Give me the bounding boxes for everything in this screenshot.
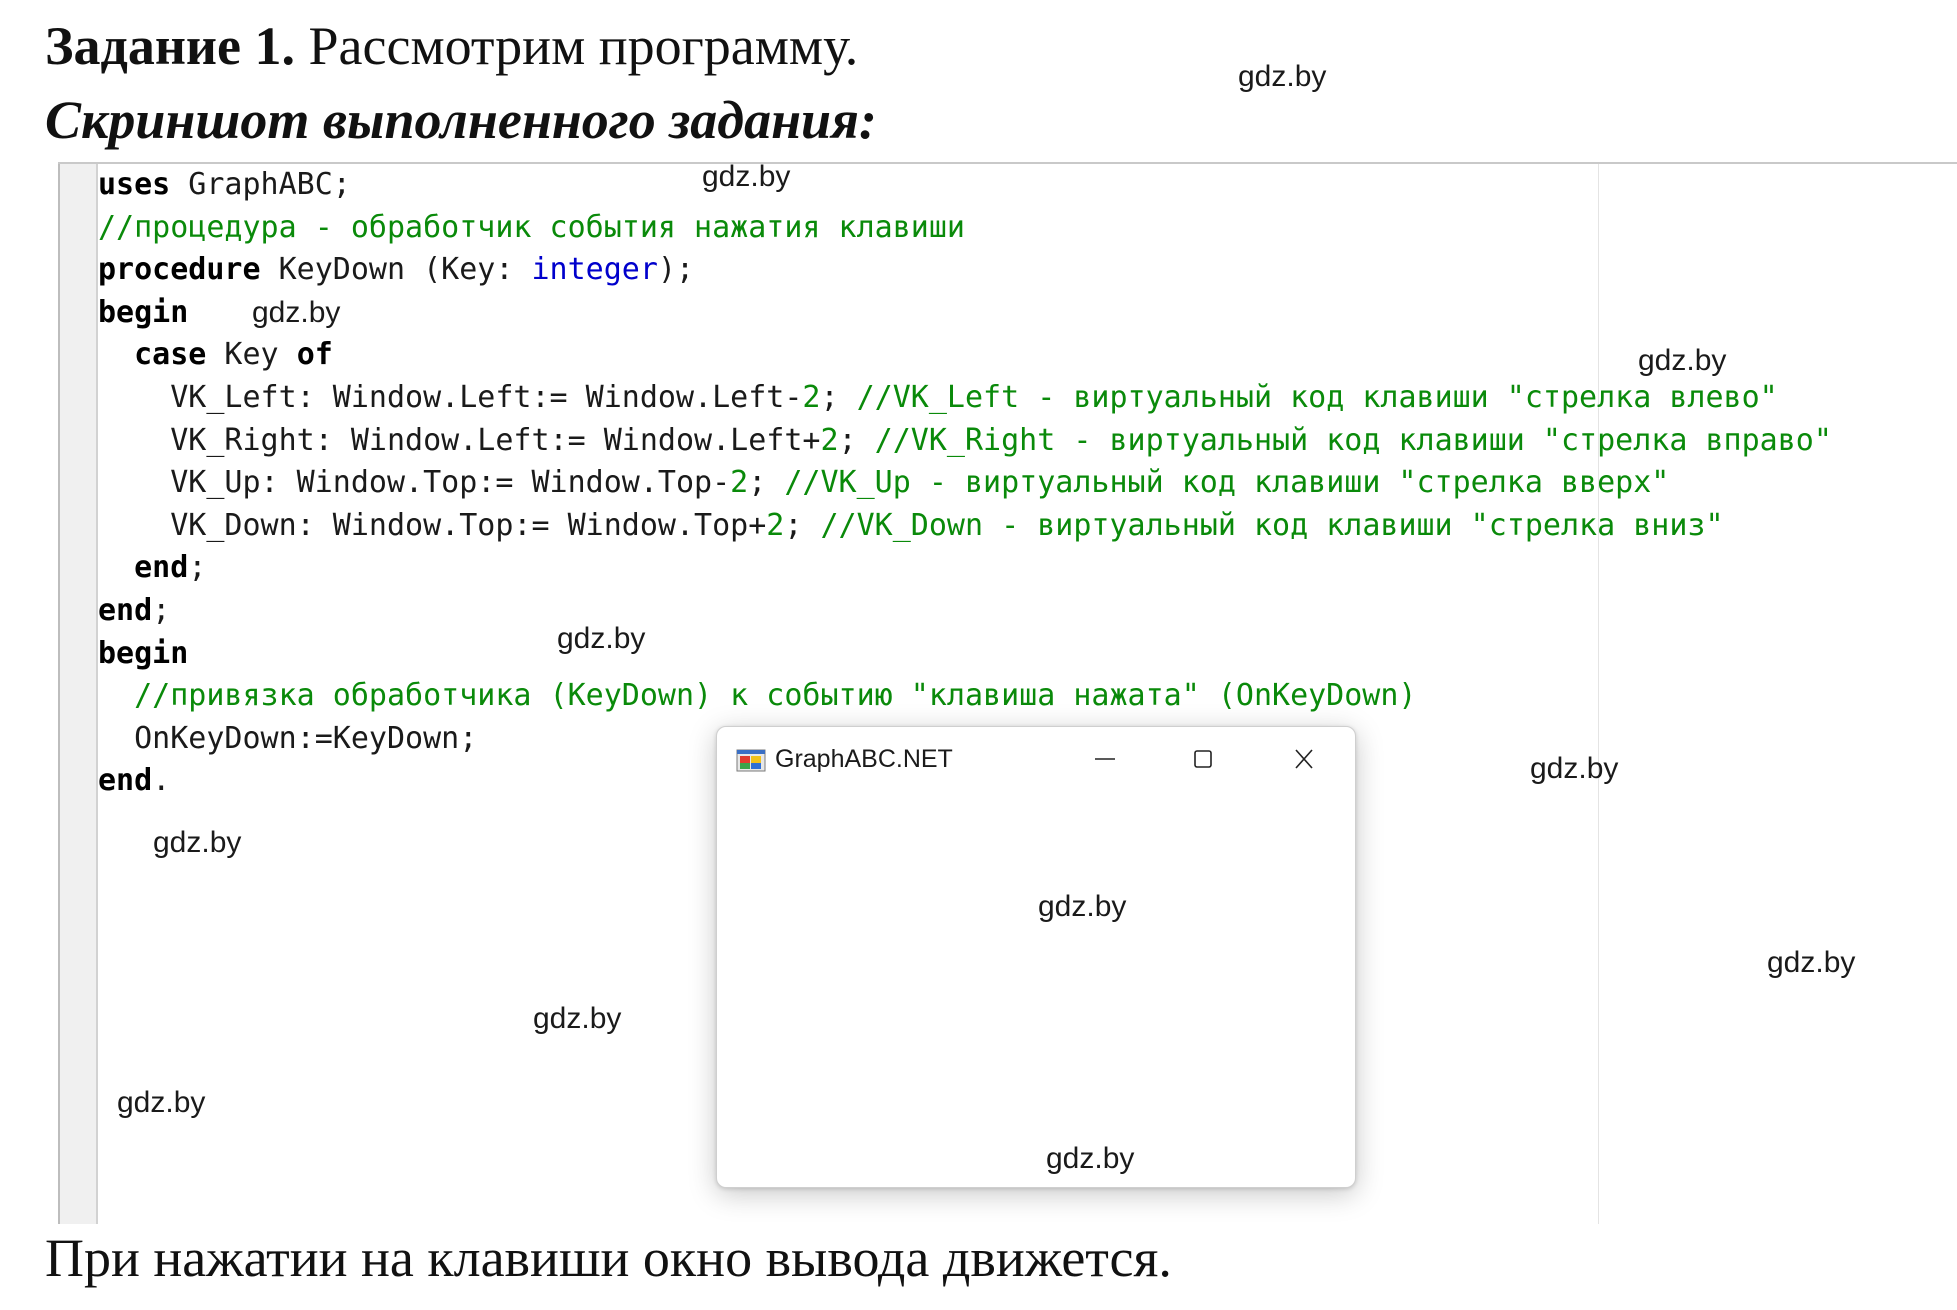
watermark: gdz.by (1767, 946, 1856, 979)
code-line: VK_Right: Window.Left:= Window.Left+2; /… (98, 420, 1832, 463)
code-token: ); (657, 252, 695, 288)
code-token: VK_Up: Window.Top:= Window.Top- (98, 465, 731, 501)
code-line: begin (98, 292, 1832, 335)
code-token: GraphABC; (170, 167, 351, 202)
code-keyword: end (98, 763, 153, 799)
window-titlebar[interactable]: GraphABC.NET (717, 727, 1355, 791)
editor-gutter (60, 164, 98, 1224)
code-keyword: case (134, 337, 207, 373)
code-line: VK_Up: Window.Top:= Window.Top-2; //VK_U… (98, 462, 1832, 505)
code-token: ; (188, 550, 207, 586)
code-line: procedure KeyDown (Key: integer); (98, 249, 1832, 292)
watermark: gdz.by (117, 1086, 206, 1119)
code-token: . (152, 763, 171, 799)
code-keyword: uses (98, 167, 171, 202)
code-token: 2 (766, 507, 785, 543)
watermark: gdz.by (252, 296, 341, 329)
code-comment: //привязка обработчика (KeyDown) к событ… (134, 678, 1417, 714)
code-token: 2 (820, 422, 839, 458)
watermark: gdz.by (557, 622, 646, 655)
code-line: uses GraphABC; (98, 164, 1832, 207)
maximize-icon (1194, 750, 1212, 768)
code-line: case Key of (98, 334, 1832, 377)
code-comment: //VK_Up - виртуальный код клавиши "стрел… (784, 465, 1670, 501)
code-line: end; (98, 547, 1832, 590)
code-token: VK_Left: Window.Left:= Window.Left- (98, 379, 803, 415)
screenshot-heading: Скриншот выполненного задания: (45, 90, 877, 150)
close-button[interactable] (1284, 741, 1324, 777)
code-comment: //процедура - обработчик события нажатия… (98, 209, 965, 245)
code-token: 2 (802, 379, 821, 415)
code-token: ; (152, 592, 171, 628)
minimize-icon (1095, 758, 1115, 760)
code-token: Key (206, 337, 297, 373)
task-heading: Задание 1. Рассмотрим программу. (45, 14, 858, 78)
watermark: gdz.by (1638, 344, 1727, 377)
code-line: begin (98, 633, 1832, 676)
watermark: gdz.by (1530, 752, 1619, 785)
watermark: gdz.by (702, 160, 791, 193)
task-text: Рассмотрим программу. (308, 16, 859, 76)
watermark: gdz.by (1046, 1142, 1135, 1175)
code-comment: //VK_Right - виртуальный код клавиши "ст… (874, 422, 1832, 458)
task-label: Задание 1. (45, 16, 296, 76)
code-line: //привязка обработчика (KeyDown) к событ… (98, 675, 1832, 718)
watermark: gdz.by (1238, 60, 1327, 93)
code-token: VK_Right: Window.Left:= Window.Left+ (98, 422, 821, 458)
code-comment: //VK_Down - виртуальный код клавиши "стр… (820, 507, 1724, 543)
code-token: KeyDown (Key: (260, 252, 532, 288)
graphabc-window[interactable]: GraphABC.NET (716, 726, 1356, 1188)
code-comment: //VK_Left - виртуальный код клавиши "стр… (856, 379, 1778, 415)
code-line: end; (98, 590, 1832, 633)
graphabc-app-icon (736, 747, 766, 773)
code-line: //процедура - обработчик события нажатия… (98, 207, 1832, 250)
code-token: ; (820, 379, 857, 415)
code-token: ; (784, 507, 821, 543)
code-line: VK_Down: Window.Top:= Window.Top+2; //VK… (98, 505, 1832, 548)
code-keyword: begin (98, 294, 189, 330)
maximize-button[interactable] (1183, 741, 1223, 777)
window-title: GraphABC.NET (775, 745, 953, 773)
code-area[interactable]: uses GraphABC;//процедура - обработчик с… (98, 164, 1832, 803)
code-token: VK_Down: Window.Top:= Window.Top+ (98, 507, 767, 543)
code-keyword: end (134, 550, 189, 586)
code-keyword: begin (98, 635, 189, 671)
code-keyword: procedure (98, 252, 261, 288)
watermark: gdz.by (533, 1002, 622, 1035)
code-keyword: end (98, 592, 153, 628)
watermark: gdz.by (1038, 890, 1127, 923)
code-token: ; (838, 422, 875, 458)
code-token: ; (748, 465, 785, 501)
code-token: 2 (730, 465, 749, 501)
close-icon (1295, 749, 1313, 769)
code-token: OnKeyDown:=KeyDown; (98, 720, 478, 756)
minimize-button[interactable] (1085, 741, 1125, 777)
code-token: integer (531, 252, 658, 288)
code-line: VK_Left: Window.Left:= Window.Left-2; //… (98, 377, 1832, 420)
result-text: При нажатии на клавиши окно вывода движе… (45, 1228, 1172, 1288)
code-keyword: of (296, 337, 333, 373)
watermark: gdz.by (153, 826, 242, 859)
